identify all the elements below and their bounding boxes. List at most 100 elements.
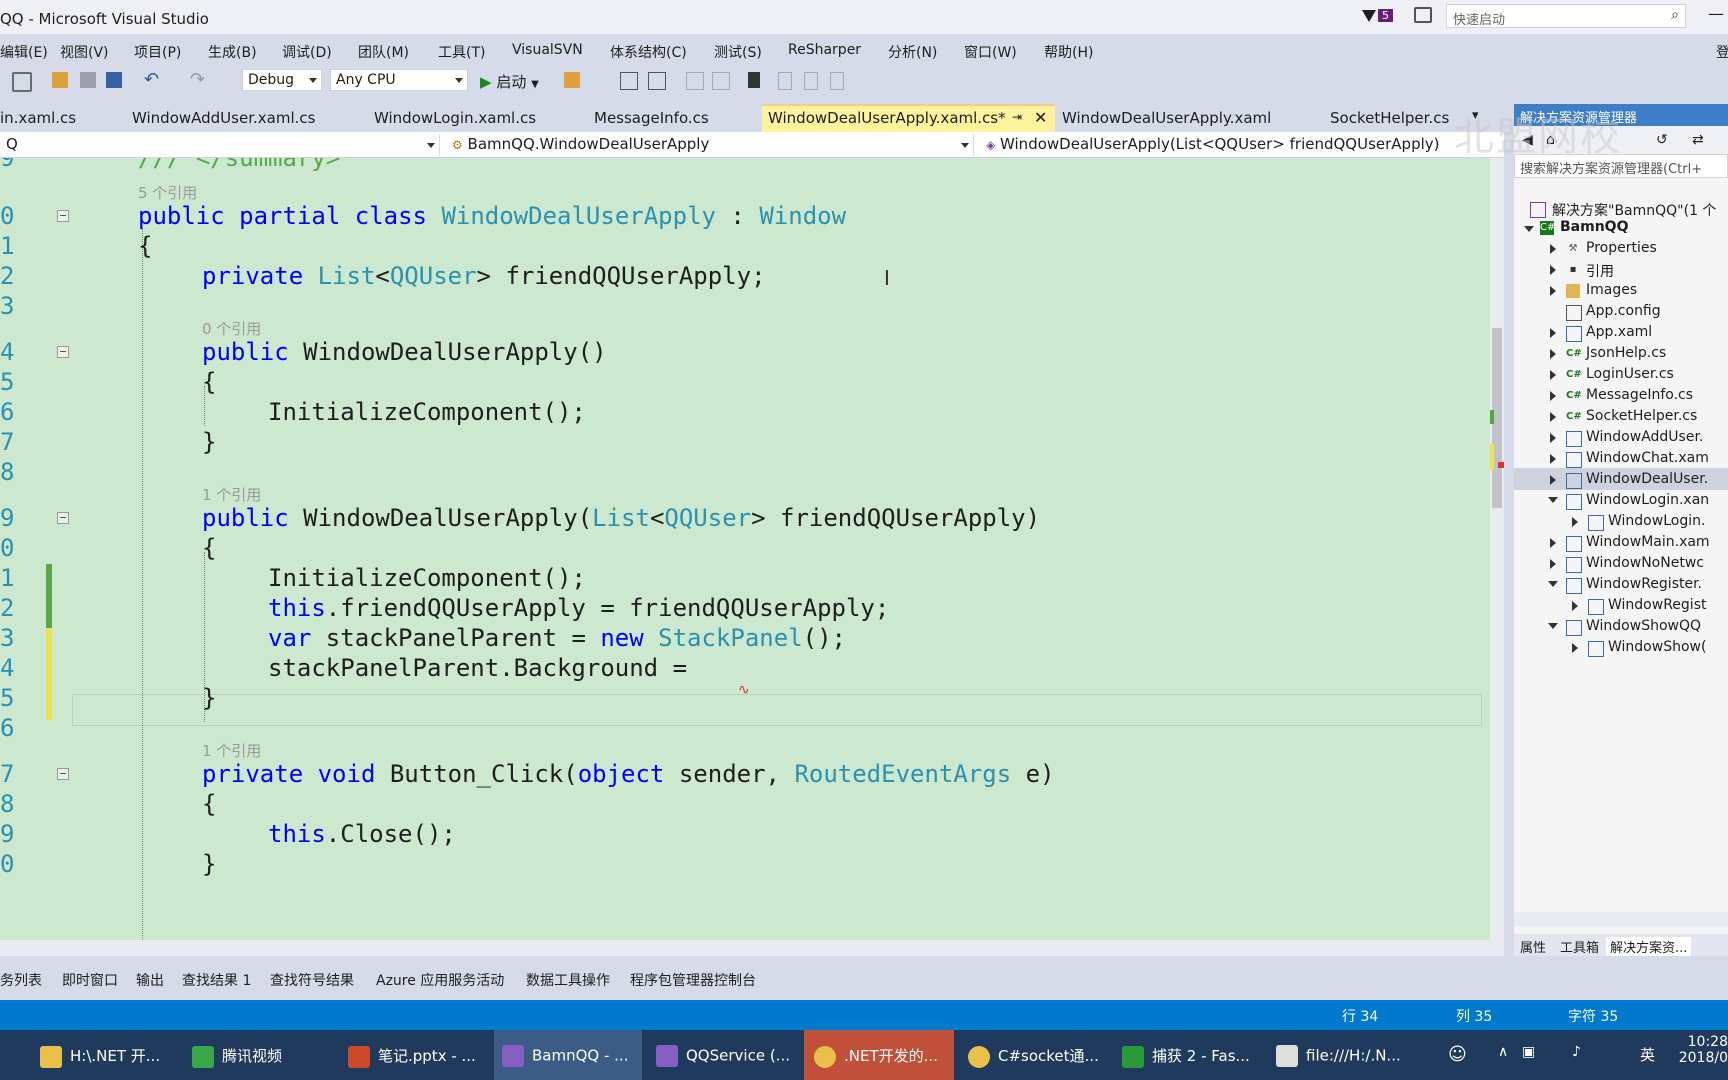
expand-icon[interactable] (1548, 623, 1558, 629)
menu-window[interactable]: 窗口(W) (964, 42, 1017, 62)
menu-build[interactable]: 生成(B) (208, 42, 257, 62)
step-icon[interactable] (620, 72, 638, 90)
project-dropdown[interactable]: Q (0, 134, 440, 156)
collapse-icon[interactable] (57, 512, 69, 524)
pin-icon[interactable]: ⇥ (1012, 110, 1022, 124)
tree-item[interactable]: MessageInfo.cs (1586, 387, 1693, 403)
taskbar-tencent-video[interactable]: 腾讯视频 (192, 1030, 322, 1080)
tree-item[interactable]: WindowLogin. (1608, 513, 1705, 529)
taskbar-chrome-socket[interactable]: C#socket通... (968, 1030, 1108, 1080)
expand-icon[interactable] (1550, 286, 1556, 296)
expand-icon[interactable] (1572, 517, 1578, 527)
taskbar-faststone[interactable]: 捕获 2 - Fas... (1122, 1030, 1262, 1080)
tree-project[interactable]: BamnQQ (1560, 219, 1628, 235)
tab-package-manager[interactable]: 程序包管理器控制台 (630, 970, 756, 990)
tab-window-add-user[interactable]: WindowAddUser.xaml.cs (132, 109, 315, 127)
new-project-icon[interactable] (12, 72, 32, 92)
expand-icon[interactable] (1550, 538, 1556, 548)
collapse-icon[interactable] (57, 346, 69, 358)
search-icon[interactable]: ⌕ (1671, 7, 1679, 23)
history-icon[interactable]: ↺ (1656, 132, 1668, 148)
tab-window-deal-user-apply-cs[interactable]: WindowDealUserApply.xaml.cs* ⇥ ✕ (762, 104, 1055, 132)
tree-item[interactable]: WindowAddUser. (1586, 429, 1703, 445)
tab-find-symbol[interactable]: 查找符号结果 (270, 970, 354, 990)
tab-find-results[interactable]: 查找结果 1 (182, 970, 251, 990)
tree-item[interactable]: App.config (1586, 303, 1661, 319)
quick-launch-input[interactable]: 快速启动 ⌕ (1446, 4, 1686, 28)
tree-item-selected[interactable]: WindowDealUser. (1586, 471, 1708, 487)
tab-window-login[interactable]: WindowLogin.xaml.cs (374, 109, 536, 127)
layout-icon[interactable] (648, 72, 666, 90)
menu-tools[interactable]: 工具(T) (438, 42, 485, 62)
redo-icon[interactable]: ↷ (190, 71, 206, 89)
feedback-icon[interactable] (1414, 7, 1432, 23)
clock[interactable]: 10:28 2018/0 (1679, 1034, 1728, 1066)
expand-icon[interactable] (1550, 475, 1556, 485)
tree-solution[interactable]: 解决方案"BamnQQ"(1 个 (1552, 200, 1716, 220)
tab-toolbox[interactable]: 工具箱 (1560, 937, 1599, 956)
tree-item[interactable]: WindowMain.xam (1586, 534, 1710, 550)
menu-team[interactable]: 团队(M) (358, 42, 409, 62)
expand-icon[interactable] (1548, 581, 1558, 587)
tab-window-deal-user-apply-xaml[interactable]: WindowDealUserApply.xaml (1062, 109, 1271, 127)
editor-vertical-scrollbar[interactable] (1490, 158, 1504, 940)
codelens-references[interactable]: 1 个引用 (202, 484, 261, 505)
next-bookmark-icon[interactable] (804, 72, 818, 90)
collapse-icon[interactable] (57, 210, 69, 222)
sign-in-link[interactable]: 登 (1716, 42, 1728, 62)
editor-horizontal-scrollbar[interactable] (0, 940, 1504, 956)
taskbar-chrome-net[interactable]: .NET开发的... (804, 1030, 954, 1080)
attach-icon[interactable] (564, 72, 580, 88)
expand-icon[interactable] (1572, 601, 1578, 611)
volume-icon[interactable]: ♪ (1572, 1044, 1581, 1060)
taskbar-qqservice-vs[interactable]: QQService (... (656, 1030, 796, 1080)
tab-azure[interactable]: Azure 应用服务活动 (376, 970, 504, 990)
expand-icon[interactable] (1572, 643, 1578, 653)
expand-icon[interactable] (1548, 497, 1558, 503)
tree-item[interactable]: WindowRegist (1608, 597, 1706, 613)
codelens-references[interactable]: 5 个引用 (138, 182, 197, 203)
config-select[interactable]: Debug (242, 69, 322, 91)
tab-data-tools[interactable]: 数据工具操作 (526, 970, 610, 990)
expand-icon[interactable] (1550, 244, 1556, 254)
tree-item[interactable]: LoginUser.cs (1586, 366, 1674, 382)
tree-item[interactable]: 引用 (1586, 261, 1614, 281)
solution-search-input[interactable]: 搜索解决方案资源管理器(Ctrl+ (1514, 154, 1728, 178)
collapse-icon[interactable] (57, 768, 69, 780)
expand-icon[interactable] (1550, 412, 1556, 422)
chevron-up-icon[interactable]: ∧ (1498, 1044, 1508, 1060)
code-line-current[interactable]: stackPanelParent.Background = (268, 654, 687, 682)
tree-item[interactable]: WindowRegister. (1586, 576, 1702, 592)
expand-icon[interactable] (1550, 454, 1556, 464)
expand-icon[interactable] (1550, 391, 1556, 401)
tab-task-list[interactable]: 务列表 (0, 970, 42, 990)
tree-item[interactable]: WindowChat.xam (1586, 450, 1709, 466)
open-folder-icon[interactable] (52, 72, 68, 88)
expand-icon[interactable] (1550, 349, 1556, 359)
minimize-button[interactable]: — (1708, 4, 1724, 23)
taskbar-explorer[interactable]: H:\.NET 开... (40, 1030, 170, 1080)
start-button[interactable]: ▶ 启动 ▼ (480, 71, 539, 92)
tab-immediate[interactable]: 即时窗口 (62, 970, 118, 990)
expand-icon[interactable] (1550, 559, 1556, 569)
comment-icon[interactable] (686, 72, 704, 90)
tree-item[interactable]: WindowShowQQ (1586, 618, 1701, 634)
tree-item[interactable]: App.xaml (1586, 324, 1652, 340)
uncomment-icon[interactable] (712, 72, 730, 90)
menu-edit[interactable]: 编辑(E) (0, 42, 48, 62)
menu-help[interactable]: 帮助(H) (1044, 42, 1093, 62)
expand-icon[interactable] (1550, 433, 1556, 443)
expand-icon[interactable] (1550, 265, 1556, 275)
menu-visualsvn[interactable]: VisualSVN (512, 42, 583, 58)
expand-icon[interactable] (1524, 226, 1534, 232)
code-editor[interactable]: 9 0 1 2 3 4 5 6 7 8 9 0 1 2 3 4 5 6 7 8 … (0, 158, 1490, 940)
member-dropdown[interactable]: ◈ WindowDealUserApply(List<QQUser> frien… (980, 134, 1504, 156)
tab-solution-explorer[interactable]: 解决方案资... (1606, 937, 1692, 956)
expand-icon[interactable] (1550, 370, 1556, 380)
people-icon[interactable]: ☺ (1448, 1044, 1467, 1065)
codelens-references[interactable]: 0 个引用 (202, 318, 261, 339)
save-icon[interactable] (80, 72, 96, 88)
tab-output[interactable]: 输出 (136, 970, 164, 990)
tree-item[interactable]: WindowLogin.xan (1586, 492, 1709, 508)
prev-bookmark-icon[interactable] (778, 72, 792, 90)
